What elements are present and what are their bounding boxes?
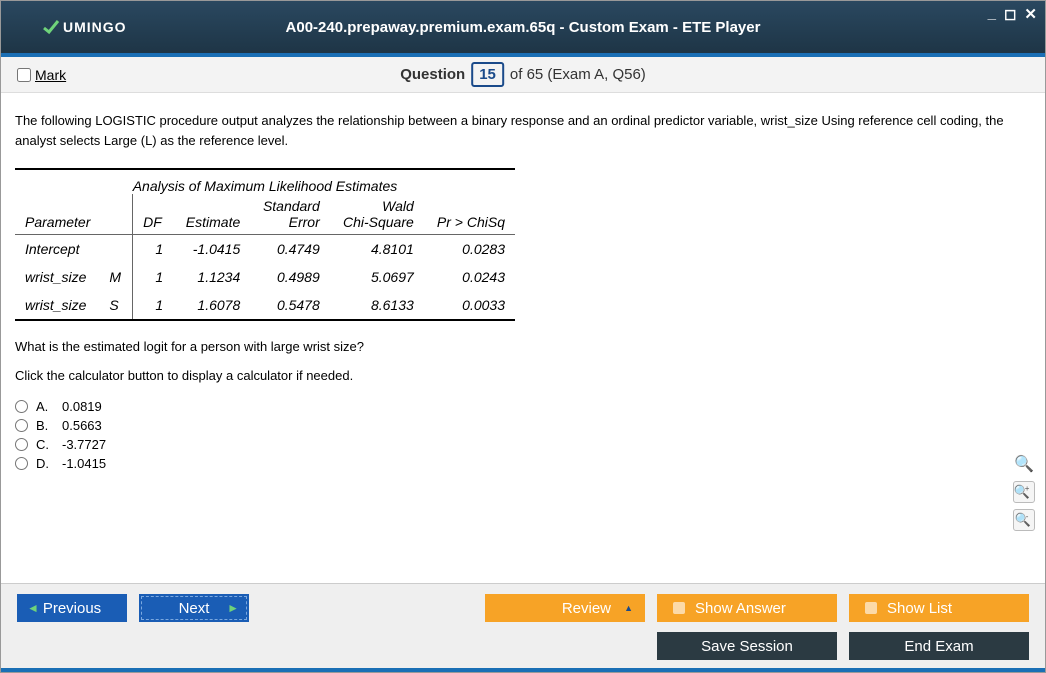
logo-text: UMINGO xyxy=(63,19,127,35)
review-button[interactable]: Review▲ xyxy=(485,594,645,622)
button-row-2: Save Session End Exam xyxy=(17,632,1029,660)
option-radio[interactable] xyxy=(15,419,28,432)
window-controls: _ ◻ ✕ xyxy=(988,5,1037,23)
answer-options: A. 0.0819 B. 0.5663 C. -3.7727 D. -1.0415 xyxy=(15,397,1031,473)
close-icon[interactable]: ✕ xyxy=(1024,5,1037,23)
option-letter: D. xyxy=(36,456,54,471)
option-letter: B. xyxy=(36,418,54,433)
next-button[interactable]: Next► xyxy=(139,594,249,622)
show-list-button[interactable]: Show List xyxy=(849,594,1029,622)
search-icon[interactable]: 🔍 xyxy=(1013,453,1035,475)
app-window: UMINGO A00-240.prepaway.premium.exam.65q… xyxy=(0,0,1046,673)
window-title: A00-240.prepaway.premium.exam.65q - Cust… xyxy=(286,19,761,36)
button-row-1: ◄Previous Next► Review▲ Show Answer Show… xyxy=(17,594,1029,622)
col-wald: Wald Chi-Square xyxy=(330,194,424,235)
option-radio[interactable] xyxy=(15,438,28,451)
question-prompt-1: What is the estimated logit for a person… xyxy=(15,339,1031,354)
logo: UMINGO xyxy=(41,17,127,37)
answer-option[interactable]: A. 0.0819 xyxy=(15,397,1031,416)
save-session-button[interactable]: Save Session xyxy=(657,632,837,660)
table-row: wrist_sizeS11.60780.54788.61330.0033 xyxy=(15,291,515,320)
mark-label[interactable]: Mark xyxy=(35,67,66,83)
show-answer-button[interactable]: Show Answer xyxy=(657,594,837,622)
table-row: wrist_sizeM11.12340.49895.06970.0243 xyxy=(15,263,515,291)
show-answer-icon xyxy=(673,602,685,614)
question-prompt-2: Click the calculator button to display a… xyxy=(15,368,1031,383)
question-word: Question xyxy=(400,66,465,83)
question-of: of 65 (Exam A, Q56) xyxy=(510,66,646,83)
option-radio[interactable] xyxy=(15,457,28,470)
answer-option[interactable]: B. 0.5663 xyxy=(15,416,1031,435)
estimates-table: Parameter DF Estimate Standard Error Wal… xyxy=(15,194,515,321)
mark-control[interactable]: Mark xyxy=(17,67,66,83)
col-parameter: Parameter xyxy=(15,194,133,235)
answer-option[interactable]: C. -3.7727 xyxy=(15,435,1031,454)
zoom-controls: 🔍 🔍+ 🔍- xyxy=(1013,453,1035,531)
question-bar: Mark Question 15 of 65 (Exam A, Q56) xyxy=(1,57,1045,93)
show-list-icon xyxy=(865,602,877,614)
previous-button[interactable]: ◄Previous xyxy=(17,594,127,622)
col-se: Standard Error xyxy=(250,194,330,235)
col-estimate: Estimate xyxy=(173,194,250,235)
col-df: DF xyxy=(133,194,174,235)
option-radio[interactable] xyxy=(15,400,28,413)
maximize-icon[interactable]: ◻ xyxy=(1004,5,1016,23)
table-row: Intercept1-1.04150.47494.81010.0283 xyxy=(15,235,515,264)
table-title: Analysis of Maximum Likelihood Estimates xyxy=(15,168,515,194)
option-text: -3.7727 xyxy=(62,437,106,452)
option-letter: A. xyxy=(36,399,54,414)
zoom-in-icon[interactable]: 🔍+ xyxy=(1013,481,1035,503)
question-index: 15 xyxy=(471,62,504,87)
option-text: 0.5663 xyxy=(62,418,102,433)
spacer xyxy=(261,594,473,622)
option-letter: C. xyxy=(36,437,54,452)
end-exam-button[interactable]: End Exam xyxy=(849,632,1029,660)
question-number: Question 15 of 65 (Exam A, Q56) xyxy=(400,62,646,87)
zoom-out-icon[interactable]: 🔍- xyxy=(1013,509,1035,531)
content-area: The following LOGISTIC procedure output … xyxy=(1,93,1045,583)
bottom-accent xyxy=(1,668,1045,672)
footer: ◄Previous Next► Review▲ Show Answer Show… xyxy=(1,583,1045,668)
logo-check-icon xyxy=(41,17,61,37)
estimates-table-wrap: Analysis of Maximum Likelihood Estimates… xyxy=(15,168,515,321)
question-intro: The following LOGISTIC procedure output … xyxy=(15,111,1031,150)
col-p: Pr > ChiSq xyxy=(424,194,515,235)
option-text: 0.0819 xyxy=(62,399,102,414)
mark-checkbox[interactable] xyxy=(17,68,31,82)
option-text: -1.0415 xyxy=(62,456,106,471)
answer-option[interactable]: D. -1.0415 xyxy=(15,454,1031,473)
minimize-icon[interactable]: _ xyxy=(988,5,996,23)
titlebar: UMINGO A00-240.prepaway.premium.exam.65q… xyxy=(1,1,1045,53)
